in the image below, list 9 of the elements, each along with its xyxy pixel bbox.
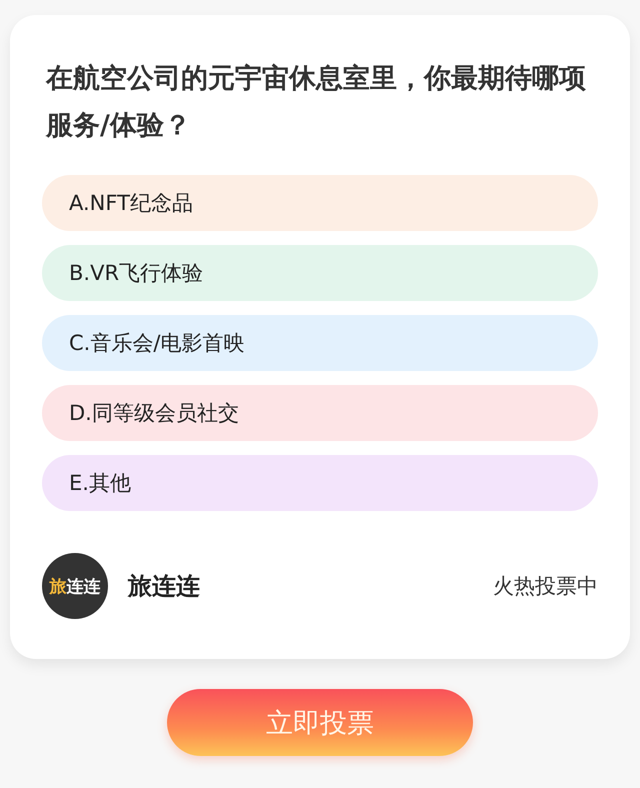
poll-option[interactable]: C.音乐会/电影首映 bbox=[42, 315, 598, 371]
poll-status: 火热投票中 bbox=[493, 573, 598, 600]
question-text: 在航空公司的元宇宙休息室里，你最期待哪项服务/体验？ bbox=[44, 62, 587, 143]
poll-option[interactable]: B.VR飞行体验 bbox=[42, 245, 598, 301]
author-logo: 旅连连 bbox=[42, 553, 108, 619]
poll-option[interactable]: A.NFT纪念品 bbox=[42, 175, 598, 231]
poll-option[interactable]: D.同等级会员社交 bbox=[42, 385, 598, 441]
poll-option[interactable]: E.其他 bbox=[42, 455, 598, 511]
author-name: 旅连连 bbox=[128, 571, 201, 602]
